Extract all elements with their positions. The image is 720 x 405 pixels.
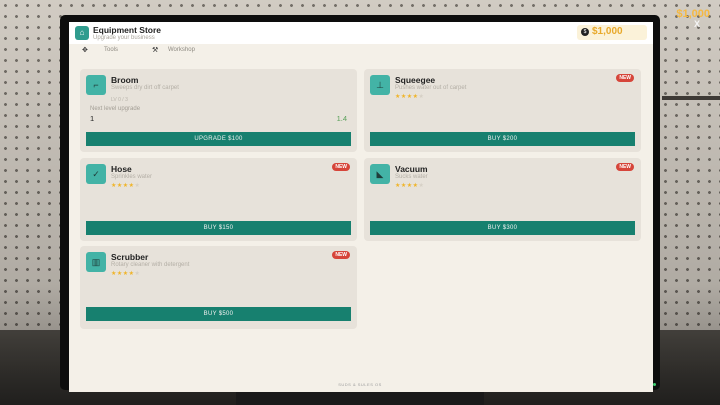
- item-rating: ★★★★★: [111, 183, 141, 189]
- monitor-label: SUDS & SULES OS: [338, 382, 382, 387]
- store-title: Equipment Store: [93, 25, 162, 35]
- item-name: Hose: [111, 164, 132, 174]
- item-card-hose: ✓ Hose Sprinkles water ★★★★★ NEW BUY $15…: [80, 158, 357, 241]
- upgrade-label: Next level upgrade: [90, 106, 141, 112]
- next-value: 1.4: [336, 114, 347, 123]
- buy-button[interactable]: BUY $150: [86, 221, 351, 235]
- current-value: 1: [90, 114, 95, 123]
- power-led: [653, 383, 656, 386]
- hose-icon: ✓: [86, 164, 106, 184]
- item-rating: ★★★★★: [395, 94, 425, 100]
- coin-icon: $: [581, 28, 589, 36]
- category-tabs: ✥ Tools ⚒ Workshop: [69, 45, 653, 61]
- item-name: Squeegee: [395, 75, 436, 85]
- close-button[interactable]: X: [694, 19, 700, 29]
- tab-tools[interactable]: Tools: [104, 47, 118, 53]
- squeegee-icon: ⊥: [370, 75, 390, 95]
- item-description: Sprinkles water: [111, 174, 153, 180]
- item-description: Pushes water out of carpet: [395, 85, 467, 91]
- store-header: ⌂ Equipment Store Upgrade your business …: [69, 22, 653, 44]
- buy-button[interactable]: BUY $200: [370, 132, 635, 146]
- item-card-scrubber: ▥ Scrubber Rotary cleaner with detergent…: [80, 246, 357, 329]
- wrench-icon: ✥: [82, 47, 88, 54]
- new-badge: NEW: [332, 163, 350, 171]
- hammer-icon: ⚒: [152, 47, 159, 54]
- item-card-squeegee: ⊥ Squeegee Pushes water out of carpet ★★…: [364, 69, 641, 152]
- monitor: ⌂ Equipment Store Upgrade your business …: [60, 15, 660, 392]
- item-name: Vacuum: [395, 164, 428, 174]
- item-name: Broom: [111, 75, 139, 85]
- item-rating: ★★★★★: [111, 271, 141, 277]
- item-description: Sweeps dry dirt off carpet: [111, 85, 179, 91]
- item-level: LV 0 / 3: [111, 97, 128, 103]
- item-card-broom: ⌐ Broom Sweeps dry dirt off carpet LV 0 …: [80, 69, 357, 152]
- new-badge: NEW: [616, 163, 634, 171]
- buy-button[interactable]: BUY $300: [370, 221, 635, 235]
- broom-icon: ⌐: [86, 75, 106, 95]
- buy-button[interactable]: BUY $500: [86, 307, 351, 321]
- item-name: Scrubber: [111, 252, 149, 262]
- balance-amount: $1,000: [592, 26, 623, 37]
- balance-display: $ $1,000: [577, 25, 647, 40]
- store-icon: ⌂: [75, 26, 89, 40]
- scrubber-icon: ▥: [86, 252, 106, 272]
- store-subtitle: Upgrade your business: [93, 35, 155, 41]
- new-badge: NEW: [332, 251, 350, 259]
- item-card-vacuum: ◣ Vacuum Sucks water ★★★★★ NEW BUY $300: [364, 158, 641, 241]
- new-badge: NEW: [616, 74, 634, 82]
- item-description: Sucks water: [395, 174, 428, 180]
- tab-workshop[interactable]: Workshop: [168, 47, 195, 53]
- item-description: Rotary cleaner with detergent: [111, 262, 190, 268]
- store-window: ⌂ Equipment Store Upgrade your business …: [69, 22, 653, 392]
- item-rating: ★★★★★: [395, 183, 425, 189]
- upgrade-button[interactable]: UPGRADE $100: [86, 132, 351, 146]
- vacuum-icon: ◣: [370, 164, 390, 184]
